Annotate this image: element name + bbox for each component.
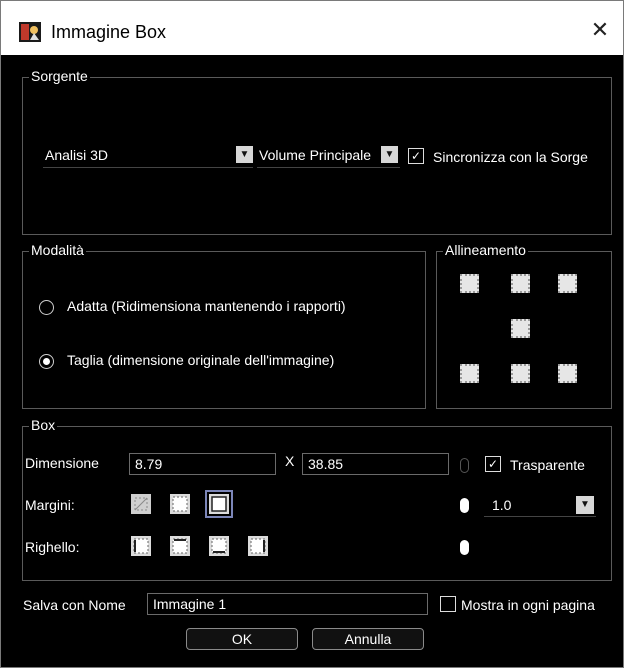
align-top-left[interactable] bbox=[460, 274, 479, 293]
volume-combo-arrow[interactable]: ▼ bbox=[373, 145, 398, 167]
ruler-bottom-button[interactable] bbox=[209, 536, 229, 556]
dialog-window: Immagine Box ✕ Sorgente Analisi 3D ▼ Vol… bbox=[0, 0, 624, 668]
align-center[interactable] bbox=[511, 319, 530, 338]
margin-dotted-icon bbox=[172, 496, 188, 512]
ruler-left-icon bbox=[133, 538, 149, 554]
margin-none-button[interactable] bbox=[131, 494, 151, 514]
ruler-top-icon bbox=[172, 538, 188, 554]
ruler-left-button[interactable] bbox=[131, 536, 151, 556]
align-bottom-left[interactable] bbox=[460, 364, 479, 383]
radio-adatta[interactable] bbox=[39, 300, 54, 315]
modalita-label: Modalità bbox=[29, 242, 86, 258]
trasparente-label: Trasparente bbox=[510, 457, 585, 473]
sorgente-group: Sorgente Analisi 3D ▼ Volume Principale … bbox=[22, 68, 612, 235]
save-name-label: Salva con Nome bbox=[23, 597, 126, 613]
volume-combo-value: Volume Principale bbox=[259, 147, 372, 163]
app-icon bbox=[19, 22, 41, 42]
analysis-combo[interactable]: Analisi 3D ▼ bbox=[43, 145, 253, 168]
align-bottom-right[interactable] bbox=[558, 364, 577, 383]
sync-label: Sincronizza con la Sorge bbox=[433, 149, 588, 165]
allineamento-label: Allineamento bbox=[443, 242, 528, 258]
opacity-value: 1.0 bbox=[492, 497, 512, 513]
allineamento-group: Allineamento bbox=[436, 242, 612, 409]
height-input[interactable]: 38.85 bbox=[302, 453, 449, 475]
x-separator: X bbox=[285, 453, 295, 469]
dialog-body: Sorgente Analisi 3D ▼ Volume Principale … bbox=[9, 55, 619, 663]
radio-adatta-label: Adatta (Ridimensiona mantenendo i rappor… bbox=[67, 298, 346, 314]
window-title: Immagine Box bbox=[51, 22, 167, 42]
opacity-dropdown[interactable]: 1.0 ▼ bbox=[484, 494, 596, 517]
box-group: Box Dimensione 8.79 X 38.85 ✓ Trasparent… bbox=[22, 417, 612, 581]
ok-button[interactable]: OK bbox=[186, 628, 298, 650]
dimensione-label: Dimensione bbox=[25, 455, 99, 471]
ruler-bottom-icon bbox=[211, 538, 227, 554]
title-bar: Immagine Box ✕ bbox=[1, 1, 623, 55]
modalita-group: Modalità Adatta (Ridimensiona mantenendo… bbox=[22, 242, 426, 409]
box-label: Box bbox=[29, 417, 58, 433]
align-top-right[interactable] bbox=[558, 274, 577, 293]
color-swatch-inactive[interactable] bbox=[460, 458, 469, 473]
sorgente-label: Sorgente bbox=[29, 68, 90, 84]
margin-solid-button[interactable] bbox=[205, 490, 233, 518]
chevron-down-icon: ▼ bbox=[576, 496, 594, 514]
color-swatch-white[interactable] bbox=[460, 498, 469, 513]
width-input[interactable]: 8.79 bbox=[129, 453, 276, 475]
margini-label: Margini: bbox=[25, 497, 75, 513]
close-icon[interactable]: ✕ bbox=[585, 15, 615, 45]
align-top-center[interactable] bbox=[511, 274, 530, 293]
color-swatch-white-2[interactable] bbox=[460, 540, 469, 555]
margin-dotted-button[interactable] bbox=[170, 494, 190, 514]
trasparente-checkbox[interactable]: ✓ bbox=[485, 456, 501, 472]
cancel-button[interactable]: Annulla bbox=[312, 628, 424, 650]
align-bottom-center[interactable] bbox=[511, 364, 530, 383]
margin-none-icon bbox=[134, 497, 148, 511]
ruler-right-icon bbox=[250, 538, 266, 554]
radio-taglia[interactable] bbox=[39, 354, 54, 369]
ruler-top-button[interactable] bbox=[170, 536, 190, 556]
margin-solid-icon bbox=[211, 496, 227, 512]
analysis-combo-value: Analisi 3D bbox=[45, 147, 109, 163]
every-page-checkbox[interactable] bbox=[440, 596, 456, 612]
righello-label: Righello: bbox=[25, 539, 80, 555]
sync-checkbox[interactable]: ✓ bbox=[408, 148, 424, 164]
chevron-down-icon: ▼ bbox=[236, 146, 253, 163]
ruler-right-button[interactable] bbox=[248, 536, 268, 556]
chevron-down-icon: ▼ bbox=[381, 146, 398, 163]
save-name-input[interactable]: Immagine 1 bbox=[147, 593, 428, 615]
radio-taglia-label: Taglia (dimensione originale dell'immagi… bbox=[67, 352, 335, 368]
every-page-label: Mostra in ogni pagina bbox=[461, 597, 595, 613]
